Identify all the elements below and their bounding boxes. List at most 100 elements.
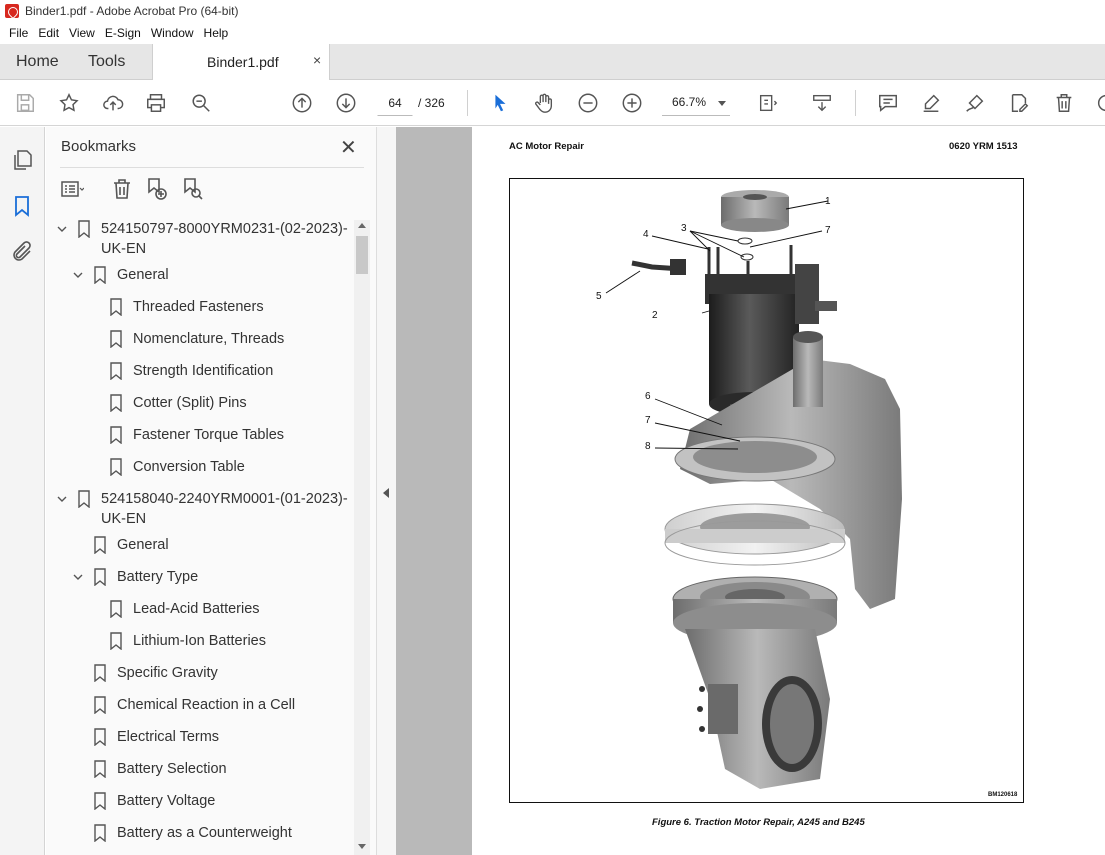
callout-2: 2 xyxy=(652,310,658,321)
menu-bar: File Edit View E-Sign Window Help xyxy=(0,22,1105,44)
edit-pdf-icon[interactable] xyxy=(1007,91,1031,115)
delete-icon[interactable] xyxy=(1052,91,1076,115)
page-header-section: AC Motor Repair xyxy=(509,141,584,152)
callout-6: 6 xyxy=(645,391,651,402)
bookmarks-panel: Bookmarks ✕ 524150797-8000YRM0231-(02-20… xyxy=(46,127,376,855)
bookmark-label: General xyxy=(117,267,169,283)
bookmark-ribbon-icon xyxy=(93,568,107,587)
menu-esign[interactable]: E-Sign xyxy=(100,26,146,40)
print-icon[interactable] xyxy=(144,91,168,115)
bookmark-label: Electrical Terms xyxy=(117,729,220,745)
bookmark-label: General xyxy=(117,537,169,553)
bookmark-label: Threaded Fasteners xyxy=(133,299,264,315)
chevron-down-icon[interactable] xyxy=(72,571,84,583)
traction-motor-exploded-view: 1 2 3 4 5 6 7 7 8 xyxy=(596,190,902,789)
zoom-in-icon[interactable] xyxy=(620,91,644,115)
bookmarks-panel-icon[interactable] xyxy=(10,194,34,218)
next-page-icon[interactable] xyxy=(334,91,358,115)
bookmark-label: Battery Selection xyxy=(117,761,227,777)
bookmark-ribbon-icon xyxy=(93,824,107,843)
callout-3: 3 xyxy=(681,223,687,234)
document-viewer[interactable]: AC Motor Repair 0620 YRM 1513 1 2 3 4 5 … xyxy=(396,127,1105,855)
more-tools-icon[interactable] xyxy=(1094,91,1105,115)
chevron-down-icon[interactable] xyxy=(56,493,68,505)
menu-view[interactable]: View xyxy=(64,26,100,40)
tab-document[interactable]: Binder1.pdf × xyxy=(152,44,330,81)
bookmark-ribbon-icon xyxy=(93,664,107,683)
bookmark-label: 524158040-2240YRM0001-(01-2023)- xyxy=(101,491,348,507)
star-icon[interactable] xyxy=(57,91,81,115)
find-bookmark-icon[interactable] xyxy=(180,177,206,203)
scroll-mode-icon[interactable] xyxy=(810,91,834,115)
new-bookmark-icon[interactable] xyxy=(144,177,170,203)
bookmark-ribbon-icon xyxy=(77,220,91,239)
attachments-icon[interactable] xyxy=(10,240,34,264)
bookmark-label: Nomenclature, Threads xyxy=(133,331,285,347)
bookmark-label: Lead-Acid Batteries xyxy=(133,601,260,617)
zoom-dropdown-caret-icon[interactable] xyxy=(718,101,726,106)
bookmark-ribbon-icon xyxy=(109,394,123,413)
page-thumbnails-icon[interactable] xyxy=(10,148,34,172)
delete-bookmark-icon[interactable] xyxy=(110,177,136,203)
callout-1: 1 xyxy=(825,196,831,207)
bookmark-ribbon-icon xyxy=(93,696,107,715)
collapse-panel-arrow-icon[interactable] xyxy=(383,488,389,498)
close-panel-icon[interactable]: ✕ xyxy=(340,135,357,160)
navigation-rail xyxy=(0,127,45,855)
cloud-upload-icon[interactable] xyxy=(101,91,125,115)
scrollbar-thumb[interactable] xyxy=(356,236,368,274)
chevron-down-icon[interactable] xyxy=(56,223,68,235)
callout-4: 4 xyxy=(643,229,649,240)
sign-icon[interactable] xyxy=(963,91,987,115)
page-number-input[interactable]: 64 xyxy=(377,89,413,116)
hand-tool-icon[interactable] xyxy=(532,91,556,115)
bookmark-ribbon-icon xyxy=(93,728,107,747)
pdf-page: AC Motor Repair 0620 YRM 1513 1 2 3 4 5 … xyxy=(472,127,1105,855)
toolbar-divider xyxy=(467,90,468,116)
menu-file[interactable]: File xyxy=(4,26,33,40)
bookmark-label: Battery Type xyxy=(117,569,199,585)
bookmark-label: Specific Gravity xyxy=(117,665,218,681)
bookmark-ribbon-icon xyxy=(109,362,123,381)
bookmarks-title: Bookmarks xyxy=(61,138,137,155)
bookmarks-scrollbar[interactable] xyxy=(354,220,370,855)
bookmark-label: Conversion Table xyxy=(133,459,245,475)
comment-icon[interactable] xyxy=(876,91,900,115)
scroll-down-arrow-icon[interactable] xyxy=(358,844,366,849)
toolbar-divider xyxy=(855,90,856,116)
zoom-search-icon[interactable] xyxy=(189,91,213,115)
bookmark-ribbon-icon xyxy=(109,298,123,317)
tab-document-label: Binder1.pdf xyxy=(207,54,279,70)
tab-bar: Home Tools Binder1.pdf × xyxy=(0,44,1105,81)
menu-edit[interactable]: Edit xyxy=(33,26,64,40)
save-icon[interactable] xyxy=(13,91,37,115)
chevron-down-icon[interactable] xyxy=(72,269,84,281)
select-cursor-icon[interactable] xyxy=(488,91,512,115)
bookmark-label: Chemical Reaction in a Cell xyxy=(117,697,296,713)
bookmark-ribbon-icon xyxy=(93,266,107,285)
highlight-pen-icon[interactable] xyxy=(919,91,943,115)
title-bar: Binder1.pdf - Adobe Acrobat Pro (64-bit) xyxy=(0,0,1105,22)
bookmark-options-icon[interactable] xyxy=(60,177,86,203)
tab-tools[interactable]: Tools xyxy=(78,50,135,74)
callout-7-lower: 7 xyxy=(645,415,651,426)
zoom-out-icon[interactable] xyxy=(576,91,600,115)
bookmark-ribbon-icon xyxy=(109,458,123,477)
panel-divider xyxy=(60,167,364,168)
page-fit-icon[interactable] xyxy=(756,91,780,115)
bookmark-label: 524150797-8000YRM0231-(02-2023)- xyxy=(101,221,348,237)
bookmark-label: Battery as a Counterweight xyxy=(117,825,292,841)
bookmark-ribbon-icon xyxy=(93,792,107,811)
menu-help[interactable]: Help xyxy=(199,26,234,40)
bookmark-label-continuation: UK-EN xyxy=(101,241,147,257)
panel-splitter[interactable] xyxy=(376,127,396,855)
menu-window[interactable]: Window xyxy=(146,26,199,40)
scroll-up-arrow-icon[interactable] xyxy=(358,223,366,228)
figure-caption: Figure 6. Traction Motor Repair, A245 an… xyxy=(652,817,865,828)
previous-page-icon[interactable] xyxy=(290,91,314,115)
tab-home[interactable]: Home xyxy=(6,50,69,74)
page-total: / 326 xyxy=(418,96,445,110)
bookmark-label: Battery Voltage xyxy=(117,793,216,809)
bookmark-ribbon-icon xyxy=(93,760,107,779)
tab-close-icon[interactable]: × xyxy=(313,52,321,68)
